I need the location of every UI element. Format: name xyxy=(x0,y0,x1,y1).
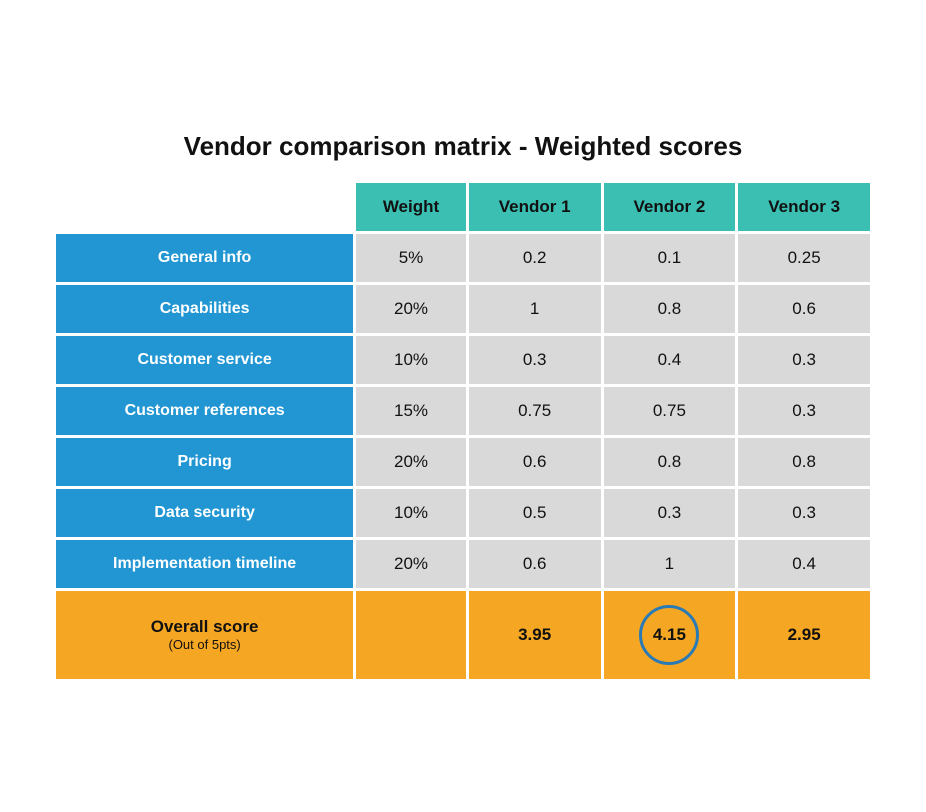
row-v1-4: 0.6 xyxy=(469,438,601,486)
row-v2-1: 0.8 xyxy=(604,285,736,333)
row-v3-1: 0.6 xyxy=(738,285,870,333)
highlighted-v2-score: 4.15 xyxy=(639,605,699,665)
table-row: Capabilities20%10.80.6 xyxy=(56,285,870,333)
row-v1-3: 0.75 xyxy=(469,387,601,435)
row-v1-2: 0.3 xyxy=(469,336,601,384)
row-weight-2: 10% xyxy=(356,336,466,384)
footer-v1: 3.95 xyxy=(469,591,601,679)
row-label-1: Capabilities xyxy=(56,285,353,333)
page-title: Vendor comparison matrix - Weighted scor… xyxy=(53,131,873,162)
row-weight-5: 10% xyxy=(356,489,466,537)
row-label-3: Customer references xyxy=(56,387,353,435)
row-v2-5: 0.3 xyxy=(604,489,736,537)
header-vendor1: Vendor 1 xyxy=(469,183,601,231)
row-v2-6: 1 xyxy=(604,540,736,588)
header-empty xyxy=(56,183,353,231)
table-row: Customer references15%0.750.750.3 xyxy=(56,387,870,435)
row-v3-0: 0.25 xyxy=(738,234,870,282)
comparison-table: Weight Vendor 1 Vendor 2 Vendor 3 Genera… xyxy=(53,180,873,682)
header-weight: Weight xyxy=(356,183,466,231)
row-v1-6: 0.6 xyxy=(469,540,601,588)
row-v1-5: 0.5 xyxy=(469,489,601,537)
row-v3-5: 0.3 xyxy=(738,489,870,537)
row-v1-1: 1 xyxy=(469,285,601,333)
row-label-6: Implementation timeline xyxy=(56,540,353,588)
header-vendor2: Vendor 2 xyxy=(604,183,736,231)
row-weight-6: 20% xyxy=(356,540,466,588)
row-v2-3: 0.75 xyxy=(604,387,736,435)
table-row: Data security10%0.50.30.3 xyxy=(56,489,870,537)
footer-label: Overall score (Out of 5pts) xyxy=(56,591,353,679)
row-label-5: Data security xyxy=(56,489,353,537)
row-v1-0: 0.2 xyxy=(469,234,601,282)
row-label-4: Pricing xyxy=(56,438,353,486)
page-container: Vendor comparison matrix - Weighted scor… xyxy=(33,111,893,702)
row-v3-2: 0.3 xyxy=(738,336,870,384)
table-row: Implementation timeline20%0.610.4 xyxy=(56,540,870,588)
row-v2-4: 0.8 xyxy=(604,438,736,486)
row-v3-3: 0.3 xyxy=(738,387,870,435)
row-v2-2: 0.4 xyxy=(604,336,736,384)
footer-weight-empty xyxy=(356,591,466,679)
row-v2-0: 0.1 xyxy=(604,234,736,282)
row-v3-6: 0.4 xyxy=(738,540,870,588)
table-row: General info5%0.20.10.25 xyxy=(56,234,870,282)
table-row: Pricing20%0.60.80.8 xyxy=(56,438,870,486)
row-label-0: General info xyxy=(56,234,353,282)
header-vendor3: Vendor 3 xyxy=(738,183,870,231)
footer-v3: 2.95 xyxy=(738,591,870,679)
row-v3-4: 0.8 xyxy=(738,438,870,486)
row-weight-0: 5% xyxy=(356,234,466,282)
row-weight-4: 20% xyxy=(356,438,466,486)
footer-v2: 4.15 xyxy=(604,591,736,679)
row-label-2: Customer service xyxy=(56,336,353,384)
table-row: Customer service10%0.30.40.3 xyxy=(56,336,870,384)
row-weight-1: 20% xyxy=(356,285,466,333)
row-weight-3: 15% xyxy=(356,387,466,435)
